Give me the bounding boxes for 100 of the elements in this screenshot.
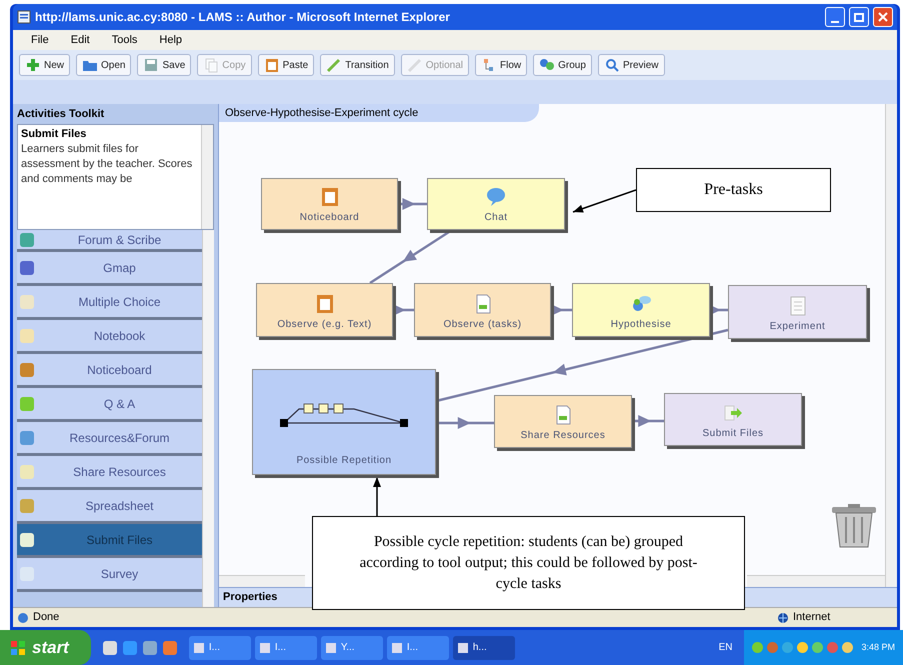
callout-arrow <box>373 477 381 516</box>
app-icon[interactable] <box>102 640 117 654</box>
plus-icon <box>25 57 41 73</box>
menu-item[interactable]: Edit <box>70 32 90 48</box>
magnifier-icon <box>604 57 620 73</box>
window-icon <box>456 642 469 654</box>
window-icon <box>324 642 337 654</box>
activity-icon <box>20 566 34 580</box>
windows-logo-icon <box>10 640 26 656</box>
group-node[interactable]: Possible Repetition <box>252 369 436 475</box>
activity-node[interactable]: Submit Files <box>664 393 802 446</box>
callout-box: Pre-tasks <box>636 168 831 212</box>
activity-icon <box>20 396 34 410</box>
callout-box: Possible cycle repetition: students (can be) grouped according to tool output; this could be followed by post-cycle tasks <box>312 516 745 610</box>
transition-arrow <box>632 415 664 427</box>
toolbar-button[interactable]: Preview <box>598 54 665 76</box>
transition-arrow <box>436 417 494 429</box>
activity-node[interactable]: Observe (tasks) <box>414 283 551 337</box>
toolbar-button[interactable]: Transition <box>320 54 395 76</box>
close-icon <box>878 12 888 22</box>
scrollbar-end[interactable] <box>747 575 885 587</box>
clock: 3:48 PM <box>861 640 895 654</box>
language-indicator[interactable]: EN <box>712 640 738 655</box>
floppy-icon <box>143 57 160 73</box>
activity-icon <box>20 532 34 546</box>
activity-icon <box>20 498 34 512</box>
toolkit-item[interactable]: Share Resources <box>17 456 202 490</box>
toolbar-button[interactable]: Group <box>533 54 592 76</box>
app-icon[interactable] <box>142 640 157 654</box>
toolkit-item[interactable]: Spreadsheet <box>17 490 202 524</box>
page-icon <box>17 612 29 624</box>
taskbar-button[interactable]: Y... <box>320 636 383 660</box>
status-text: Done <box>33 610 60 626</box>
globe-icon <box>777 612 789 624</box>
toolkit-item[interactable]: Forum & Scribe <box>17 230 202 252</box>
properties-label: Properties <box>223 590 278 606</box>
app-icon[interactable] <box>162 640 177 654</box>
activity-node[interactable]: Hypothesise <box>572 283 710 337</box>
people-icon <box>539 57 556 73</box>
activity-node[interactable]: Noticeboard <box>261 178 398 230</box>
window-title: http://lams.unic.ac.cy:8080 - LAMS :: Author - Microsoft Internet Explorer <box>35 9 451 26</box>
tray-icon[interactable] <box>842 642 854 653</box>
toolkit-item[interactable]: Noticeboard <box>17 354 202 388</box>
menu-item[interactable]: Help <box>159 32 182 48</box>
activity-node[interactable]: Experiment <box>728 285 867 339</box>
taskbar-button[interactable]: h... <box>452 636 515 660</box>
toolbar-button[interactable]: New <box>19 54 70 76</box>
tray-icon[interactable] <box>782 642 794 653</box>
menu-item[interactable]: File <box>31 32 49 48</box>
start-button[interactable]: start <box>0 630 91 665</box>
activity-icon <box>20 294 34 308</box>
copy-icon <box>203 57 220 73</box>
window-icon <box>390 642 403 654</box>
line-icon <box>326 57 342 73</box>
toolbar-button[interactable]: Flow <box>475 54 528 76</box>
toolkit-item[interactable]: Survey <box>17 558 202 592</box>
tray-icon[interactable] <box>752 642 764 653</box>
activity-icon <box>20 260 34 274</box>
toolkit-item[interactable]: Multiple Choice <box>17 286 202 320</box>
activity-icon <box>20 362 34 376</box>
speech-bubble-icon <box>485 186 507 208</box>
activity-node[interactable]: Chat <box>427 178 565 230</box>
toolbar-button[interactable]: Save <box>137 54 192 76</box>
toolkit-item[interactable]: Gmap <box>17 252 202 286</box>
scrollbar[interactable] <box>201 125 213 229</box>
activity-node[interactable]: Observe (e.g. Text) <box>256 283 393 337</box>
description-title: Submit Files <box>21 127 88 142</box>
window-icon <box>258 642 271 654</box>
transition-arrow <box>398 198 427 210</box>
menu-item[interactable]: Tools <box>112 32 138 48</box>
close-button[interactable] <box>873 7 893 27</box>
vertical-scrollbar[interactable] <box>885 104 897 587</box>
tray-icon[interactable] <box>812 642 824 653</box>
activity-icon <box>20 464 34 478</box>
toolkit-item[interactable]: Notebook <box>17 320 202 354</box>
clipboard-icon <box>264 57 280 73</box>
line-icon <box>406 57 423 73</box>
horizontal-scrollbar[interactable] <box>219 575 305 587</box>
description-text: Learners submit files for assessment by the teacher. Scores and comments may be <box>21 142 194 187</box>
activity-icon <box>20 232 34 246</box>
app-icon[interactable] <box>122 640 137 654</box>
tray-icon[interactable] <box>827 642 838 653</box>
activity-node[interactable]: Share Resources <box>494 395 632 448</box>
toolbar-button[interactable]: Paste <box>258 54 314 76</box>
taskbar-button[interactable]: I... <box>188 636 251 660</box>
zone-text: Internet <box>793 610 832 626</box>
minimize-button[interactable] <box>825 7 845 27</box>
toolkit-item[interactable]: Resources&Forum <box>17 422 202 456</box>
tray-icon[interactable] <box>767 642 778 653</box>
browser-icon <box>17 10 31 24</box>
tray-icon[interactable] <box>797 642 808 653</box>
scrollbar[interactable] <box>202 230 214 607</box>
toolbar-button[interactable]: Open <box>76 54 132 76</box>
toolkit-item[interactable]: Q & A <box>17 388 202 422</box>
activity-icon <box>20 430 34 444</box>
activity-icon <box>20 328 34 342</box>
maximize-button[interactable] <box>849 7 869 27</box>
taskbar-button[interactable]: I... <box>386 636 449 660</box>
canvas-tab[interactable]: Observe-Hypothesise-Experiment cycle <box>219 104 539 122</box>
taskbar-button[interactable]: I... <box>254 636 317 660</box>
